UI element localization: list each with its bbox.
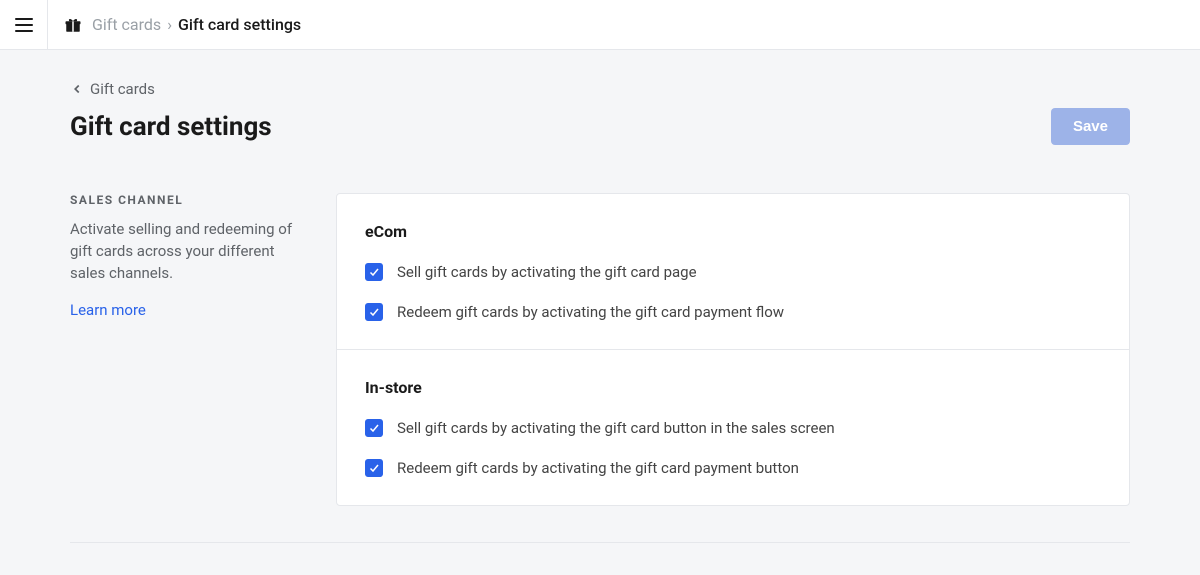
checkbox-checked-icon: [365, 303, 383, 321]
breadcrumb-current: Gift card settings: [178, 15, 301, 34]
checkbox-checked-icon: [365, 263, 383, 281]
chevron-right-icon: ›: [167, 15, 172, 34]
section-label: Sales Channel: [70, 193, 300, 207]
chevron-left-icon: [70, 82, 84, 96]
checkbox-checked-icon: [365, 459, 383, 477]
instore-title: In-store: [365, 378, 1101, 397]
hamburger-icon: [15, 18, 33, 32]
instore-section: In-store Sell gift cards by activating t…: [337, 349, 1129, 505]
ecom-title: eCom: [365, 222, 1101, 241]
ecom-redeem-label: Redeem gift cards by activating the gift…: [397, 303, 784, 321]
breadcrumb: Gift cards › Gift card settings: [48, 15, 301, 34]
instore-sell-label: Sell gift cards by activating the gift c…: [397, 419, 835, 437]
back-link-label: Gift cards: [90, 80, 155, 98]
ecom-redeem-checkbox-row[interactable]: Redeem gift cards by activating the gift…: [365, 303, 1101, 321]
instore-redeem-label: Redeem gift cards by activating the gift…: [397, 459, 799, 477]
ecom-sell-label: Sell gift cards by activating the gift c…: [397, 263, 697, 281]
gift-icon: [64, 16, 82, 34]
section-description: Activate selling and redeeming of gift c…: [70, 219, 300, 284]
menu-button[interactable]: [0, 0, 48, 50]
save-button[interactable]: Save: [1051, 108, 1130, 145]
page-title: Gift card settings: [70, 112, 272, 142]
checkbox-checked-icon: [365, 419, 383, 437]
back-link[interactable]: Gift cards: [70, 80, 155, 98]
content-row: Sales Channel Activate selling and redee…: [70, 193, 1130, 506]
instore-sell-checkbox-row[interactable]: Sell gift cards by activating the gift c…: [365, 419, 1101, 437]
divider: [70, 542, 1130, 543]
ecom-sell-checkbox-row[interactable]: Sell gift cards by activating the gift c…: [365, 263, 1101, 281]
breadcrumb-root[interactable]: Gift cards: [92, 15, 161, 34]
top-bar: Gift cards › Gift card settings: [0, 0, 1200, 50]
settings-card: eCom Sell gift cards by activating the g…: [336, 193, 1130, 506]
page-content: Gift cards Gift card settings Save Sales…: [70, 50, 1130, 506]
section-sidebar: Sales Channel Activate selling and redee…: [70, 193, 300, 506]
instore-redeem-checkbox-row[interactable]: Redeem gift cards by activating the gift…: [365, 459, 1101, 477]
ecom-section: eCom Sell gift cards by activating the g…: [337, 194, 1129, 349]
title-row: Gift card settings Save: [70, 108, 1130, 145]
learn-more-link[interactable]: Learn more: [70, 301, 146, 319]
